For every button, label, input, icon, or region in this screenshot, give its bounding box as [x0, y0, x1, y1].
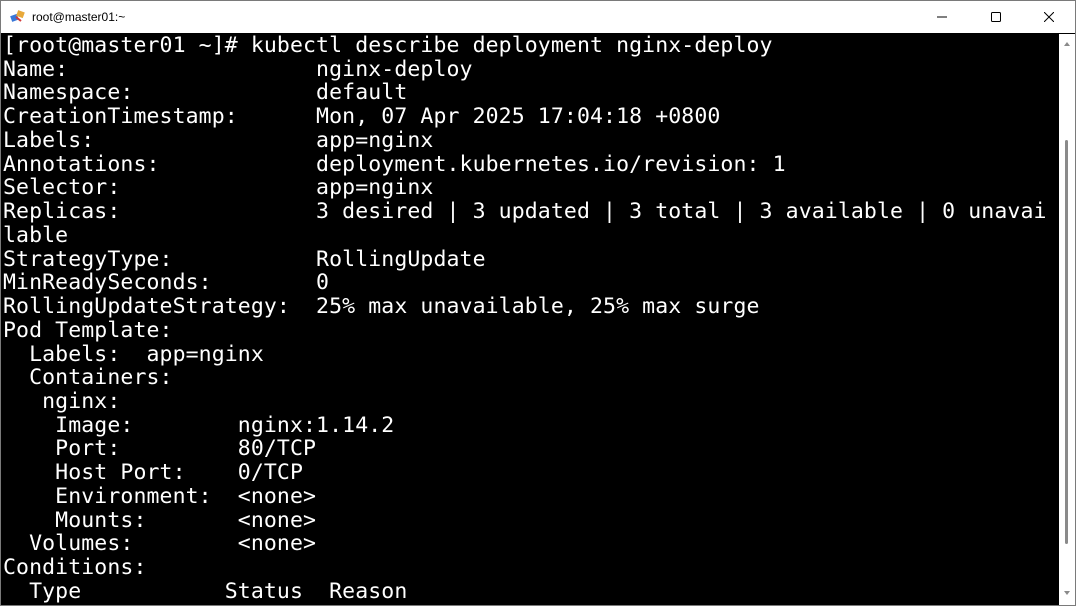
- terminal-line: Conditions:: [3, 555, 147, 580]
- terminal-line: Mounts: <none>: [3, 508, 317, 533]
- terminal-line: Name: nginx-deploy: [3, 57, 473, 82]
- title-bar[interactable]: root@master01:~: [1, 1, 1075, 33]
- terminal-line: Replicas: 3 desired | 3 updated | 3 tota…: [3, 199, 1047, 224]
- terminal-line: Labels: app=nginx: [3, 128, 434, 153]
- terminal-line: Environment: <none>: [3, 484, 317, 509]
- terminal-line: Namespace: default: [3, 80, 408, 105]
- terminal-line: StrategyType: RollingUpdate: [3, 247, 486, 272]
- terminal-line: Containers:: [3, 365, 173, 390]
- terminal-output[interactable]: [root@master01 ~]# kubectl describe depl…: [1, 34, 1059, 605]
- terminal-line: Type Status Reason: [3, 579, 408, 604]
- close-icon: [1044, 12, 1054, 22]
- minimize-icon: [937, 16, 947, 18]
- scroll-up-icon[interactable]: [1063, 40, 1071, 48]
- terminal-line: CreationTimestamp: Mon, 07 Apr 2025 17:0…: [3, 104, 721, 129]
- terminal-line: RollingUpdateStrategy: 25% max unavailab…: [3, 294, 760, 319]
- terminal-window: root@master01:~ [root@master01 ~]# kubec…: [0, 0, 1076, 606]
- putty-icon[interactable]: [10, 9, 26, 25]
- terminal-line: Volumes: <none>: [3, 531, 317, 556]
- terminal-line: Labels: app=nginx: [3, 342, 264, 367]
- maximize-button[interactable]: [973, 1, 1019, 33]
- terminal-line: MinReadySeconds: 0: [3, 270, 330, 295]
- terminal-line: Pod Template:: [3, 318, 173, 343]
- terminal-line: Port: 80/TCP: [3, 436, 317, 461]
- scrollbar-thumb[interactable]: [1065, 140, 1068, 544]
- window-title: root@master01:~: [32, 10, 126, 24]
- terminal-line: Annotations: deployment.kubernetes.io/re…: [3, 152, 786, 177]
- terminal-line: Image: nginx:1.14.2: [3, 413, 395, 438]
- terminal-line: [root@master01 ~]# kubectl describe depl…: [3, 34, 773, 58]
- terminal-line: Host Port: 0/TCP: [3, 460, 304, 485]
- terminal-line: lable: [3, 223, 69, 248]
- vertical-scrollbar[interactable]: [1059, 34, 1075, 605]
- scroll-down-icon[interactable]: [1063, 589, 1071, 597]
- terminal-line: Selector: app=nginx: [3, 175, 434, 200]
- terminal-line: nginx:: [3, 389, 121, 414]
- minimize-button[interactable]: [919, 1, 965, 33]
- close-button[interactable]: [1026, 1, 1072, 33]
- maximize-icon: [991, 12, 1001, 22]
